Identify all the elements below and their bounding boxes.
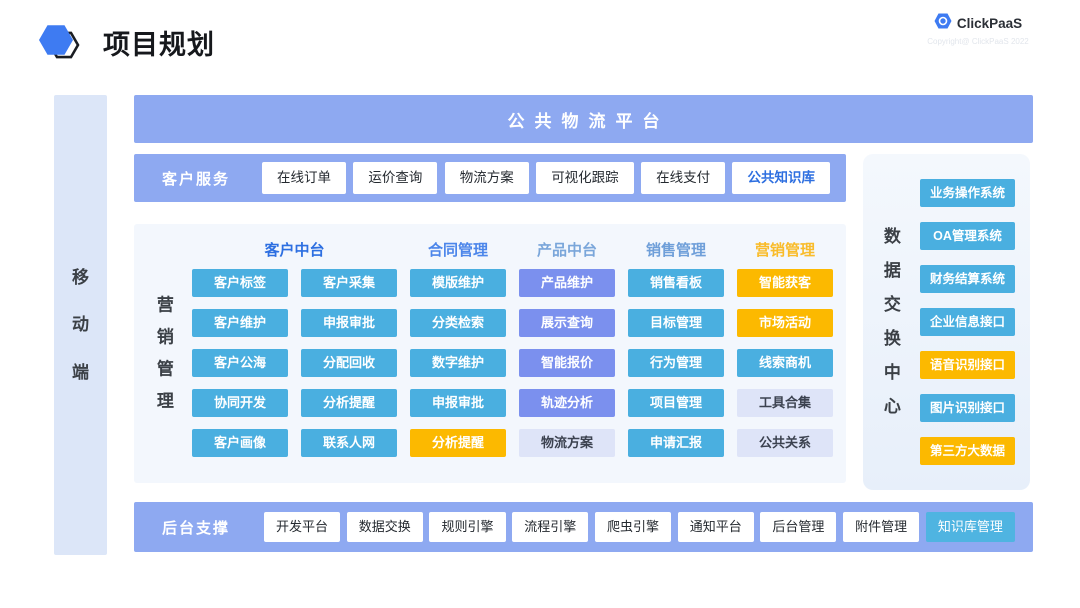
backend-button[interactable]: 附件管理 [843,512,919,542]
page-title: 项目规划 [103,23,215,62]
customer-service-buttons: 在线订单运价查询物流方案可视化跟踪在线支付公共知识库 [262,162,830,194]
public-logistics-platform-banner: 公共物流平台 [134,95,1033,143]
module-button[interactable]: 客户画像 [192,429,288,457]
module-button[interactable]: 申请汇报 [628,429,724,457]
customer-service-label: 客户服务 [162,168,230,189]
data-exchange-side-label: 数据交换中心 [883,220,902,424]
banner-label: 公共物流平台 [498,107,670,132]
module-button[interactable]: 分配回收 [301,349,397,377]
mobile-side-bar: 移动端 [54,95,107,555]
module-button[interactable]: 目标管理 [628,309,724,337]
module-button[interactable]: 工具合集 [737,389,833,417]
module-button[interactable]: 申报审批 [301,309,397,337]
module-button[interactable]: 协同开发 [192,389,288,417]
page: 项目规划 ClickPaaS Copyright@ ClickPaaS 2022… [0,0,1080,608]
module-button[interactable]: 客户标签 [192,269,288,297]
module-cells: 客户标签客户采集模版维护产品维护销售看板智能获客客户维护申报审批分类检索展示查询… [192,269,833,457]
module-button[interactable]: 线索商机 [737,349,833,377]
module-button[interactable]: 分析提醒 [410,429,506,457]
backend-support-bar: 后台支撑 开发平台数据交换规则引擎流程引擎爬虫引擎通知平台后台管理附件管理知识库… [134,502,1033,552]
marketing-management-side-label: 营销管理 [156,289,175,418]
module-button[interactable]: 销售看板 [628,269,724,297]
module-button[interactable]: 客户采集 [301,269,397,297]
module-button[interactable]: 项目管理 [628,389,724,417]
backend-support-buttons: 开发平台数据交换规则引擎流程引擎爬虫引擎通知平台后台管理附件管理知识库管理 [264,512,1015,542]
clickpaas-logo-icon [934,12,952,35]
module-button[interactable]: 客户公海 [192,349,288,377]
module-button[interactable]: 物流方案 [519,429,615,457]
backend-button[interactable]: 规则引擎 [429,512,505,542]
copyright-text: Copyright@ ClickPaaS 2022 [908,37,1048,46]
module-button[interactable]: 展示查询 [519,309,615,337]
module-button[interactable]: 申报审批 [410,389,506,417]
column-header: 合同管理 [410,239,506,260]
system-button[interactable]: 语音识别接口 [920,351,1015,379]
service-button[interactable]: 可视化跟踪 [536,162,634,194]
module-button[interactable]: 数字维护 [410,349,506,377]
system-button[interactable]: OA管理系统 [920,222,1015,250]
marketing-management-panel: 营销管理 客户中台合同管理产品中台销售管理营销管理 客户标签客户采集模版维护产品… [134,224,846,483]
brand-block: ClickPaaS Copyright@ ClickPaaS 2022 [908,12,1048,46]
module-button[interactable]: 联系人网 [301,429,397,457]
system-button[interactable]: 财务结算系统 [920,265,1015,293]
column-header: 营销管理 [737,239,833,260]
module-column-headers: 客户中台合同管理产品中台销售管理营销管理 [192,237,833,261]
module-button[interactable]: 分析提醒 [301,389,397,417]
data-exchange-buttons: 业务操作系统 OA管理系统财务结算系统企业信息接口语音识别接口图片识别接口第三方大… [920,179,1015,465]
service-button[interactable]: 在线订单 [262,162,346,194]
module-grid: 客户中台合同管理产品中台销售管理营销管理 客户标签客户采集模版维护产品维护销售看… [192,237,833,457]
data-exchange-panel: 数据交换中心 业务操作系统 OA管理系统财务结算系统企业信息接口语音识别接口图片识… [863,154,1030,490]
module-button[interactable]: 智能报价 [519,349,615,377]
system-button[interactable]: 业务操作系统 [920,179,1015,207]
hexagon-logo-icon [35,20,81,64]
module-button[interactable]: 客户维护 [192,309,288,337]
module-button[interactable]: 智能获客 [737,269,833,297]
module-button[interactable]: 行为管理 [628,349,724,377]
module-button[interactable]: 轨迹分析 [519,389,615,417]
backend-button[interactable]: 爬虫引擎 [595,512,671,542]
module-button[interactable]: 公共关系 [737,429,833,457]
system-button[interactable]: 企业信息接口 [920,308,1015,336]
module-button[interactable]: 市场活动 [737,309,833,337]
app-header: 项目规划 [35,20,215,64]
column-header: 销售管理 [628,239,724,260]
backend-button[interactable]: 知识库管理 [926,512,1015,542]
service-button[interactable]: 在线支付 [641,162,725,194]
brand-name: ClickPaaS [957,16,1022,31]
backend-button[interactable]: 数据交换 [347,512,423,542]
service-button[interactable]: 运价查询 [353,162,437,194]
module-button[interactable]: 模版维护 [410,269,506,297]
backend-button[interactable]: 通知平台 [678,512,754,542]
system-button[interactable]: 图片识别接口 [920,394,1015,422]
mobile-side-label: 移动端 [71,254,90,397]
backend-support-label: 后台支撑 [162,517,230,538]
service-button[interactable]: 公共知识库 [732,162,830,194]
column-header: 客户中台 [192,239,397,260]
customer-service-bar: 客户服务 在线订单运价查询物流方案可视化跟踪在线支付公共知识库 [134,154,846,202]
module-button[interactable]: 产品维护 [519,269,615,297]
backend-button[interactable]: 开发平台 [264,512,340,542]
system-button[interactable]: 第三方大数据 [920,437,1015,465]
column-header: 产品中台 [519,239,615,260]
service-button[interactable]: 物流方案 [445,162,529,194]
backend-button[interactable]: 后台管理 [760,512,836,542]
backend-button[interactable]: 流程引擎 [512,512,588,542]
module-button[interactable]: 分类检索 [410,309,506,337]
